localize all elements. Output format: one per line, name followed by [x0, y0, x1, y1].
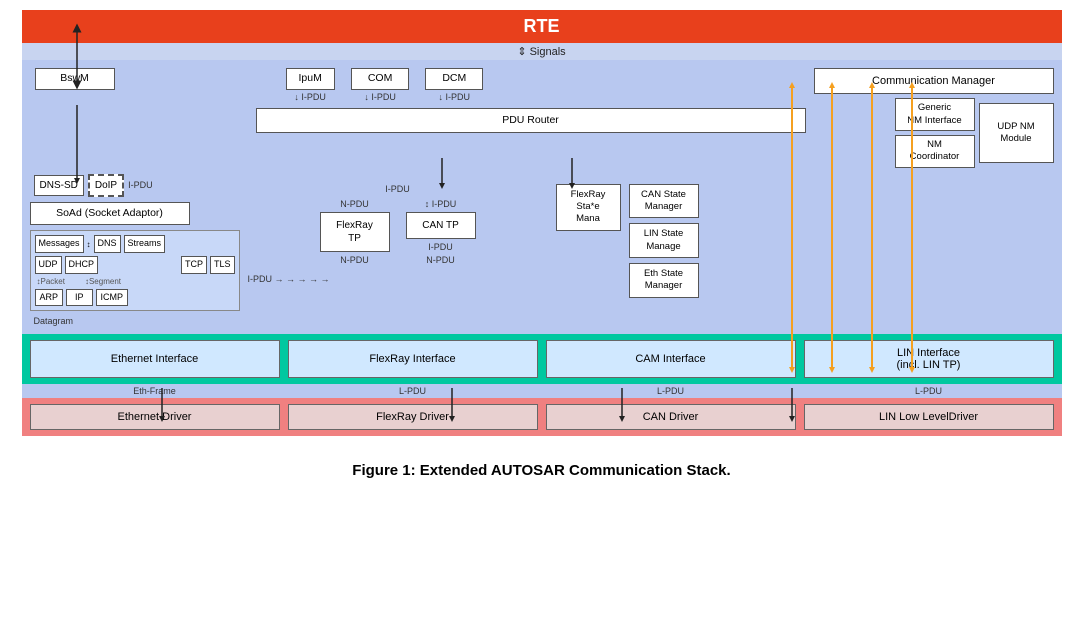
flexray-driver-box: FlexRay Driver	[288, 404, 538, 430]
figure-caption: Figure 1: Extended AUTOSAR Communication…	[352, 462, 730, 479]
messages-box: Messages	[35, 235, 84, 253]
dcm-box: DCM	[425, 68, 483, 90]
icmp-box: ICMP	[96, 289, 129, 307]
bswm-box: BswM	[35, 68, 115, 90]
doip-box: DoIP	[88, 174, 124, 197]
eth-state-box: Eth StateManager	[629, 263, 699, 298]
lin-driver-box: LIN Low LevelDriver	[804, 404, 1054, 430]
com-box: COM	[351, 68, 410, 90]
arp-box: ARP	[35, 289, 64, 307]
can-tp-box: CAN TP	[406, 212, 476, 239]
eth-driver-box: Ethernet Driver	[30, 404, 280, 430]
can-state-box: CAN StateManager	[629, 184, 699, 219]
dhcp-box: DHCP	[65, 256, 99, 274]
rte-bar: RTE	[22, 10, 1062, 43]
tcp-box: TCP	[181, 256, 207, 274]
ipum-box: IpuM	[286, 68, 335, 90]
rte-signals: ⇕ Signals	[22, 43, 1062, 60]
generic-nm-box: GenericNM Interface	[895, 98, 975, 131]
flexray-tp-box: FlexRayTP	[320, 212, 390, 252]
driver-section: Ethernet Driver FlexRay Driver CAN Drive…	[22, 398, 1062, 436]
dns-sd-box: DNS-SD	[34, 175, 84, 196]
lin-state-box: LIN StateManage	[629, 223, 699, 258]
soad-box: SoAd (Socket Adaptor)	[30, 202, 190, 226]
pdu-router-box: PDU Router	[256, 108, 806, 134]
udp-box: UDP	[35, 256, 62, 274]
can-interface-box: CAM Interface	[546, 340, 796, 378]
interface-section: Ethernet Interface FlexRay Interface CAM…	[22, 334, 1062, 384]
dns-box: DNS	[94, 235, 121, 253]
lin-interface-box: LIN Interface(incl. LIN TP)	[804, 340, 1054, 378]
tls-box: TLS	[210, 256, 235, 274]
blue-section: BswM IpuM ↓ I-PDU COM	[22, 60, 1062, 334]
ip-box: IP	[66, 289, 93, 307]
udp-nm-box: UDP NMModule	[979, 103, 1054, 163]
comm-manager-box: Communication Manager	[814, 68, 1054, 94]
nm-coord-box: NMCoordinator	[895, 135, 975, 168]
can-driver-box: CAN Driver	[546, 404, 796, 430]
rte-label: RTE	[524, 16, 560, 36]
flexray-state-box: FlexRaySta*eMana	[556, 184, 621, 231]
flexray-interface-box: FlexRay Interface	[288, 340, 538, 378]
diagram-container: RTE ⇕ Signals BswM IpuM	[22, 10, 1062, 436]
eth-interface-box: Ethernet Interface	[30, 340, 280, 378]
streams-box: Streams	[124, 235, 166, 253]
protocol-area: Messages ↕ DNS Streams UDP DHCP TCP TLS …	[30, 230, 240, 311]
